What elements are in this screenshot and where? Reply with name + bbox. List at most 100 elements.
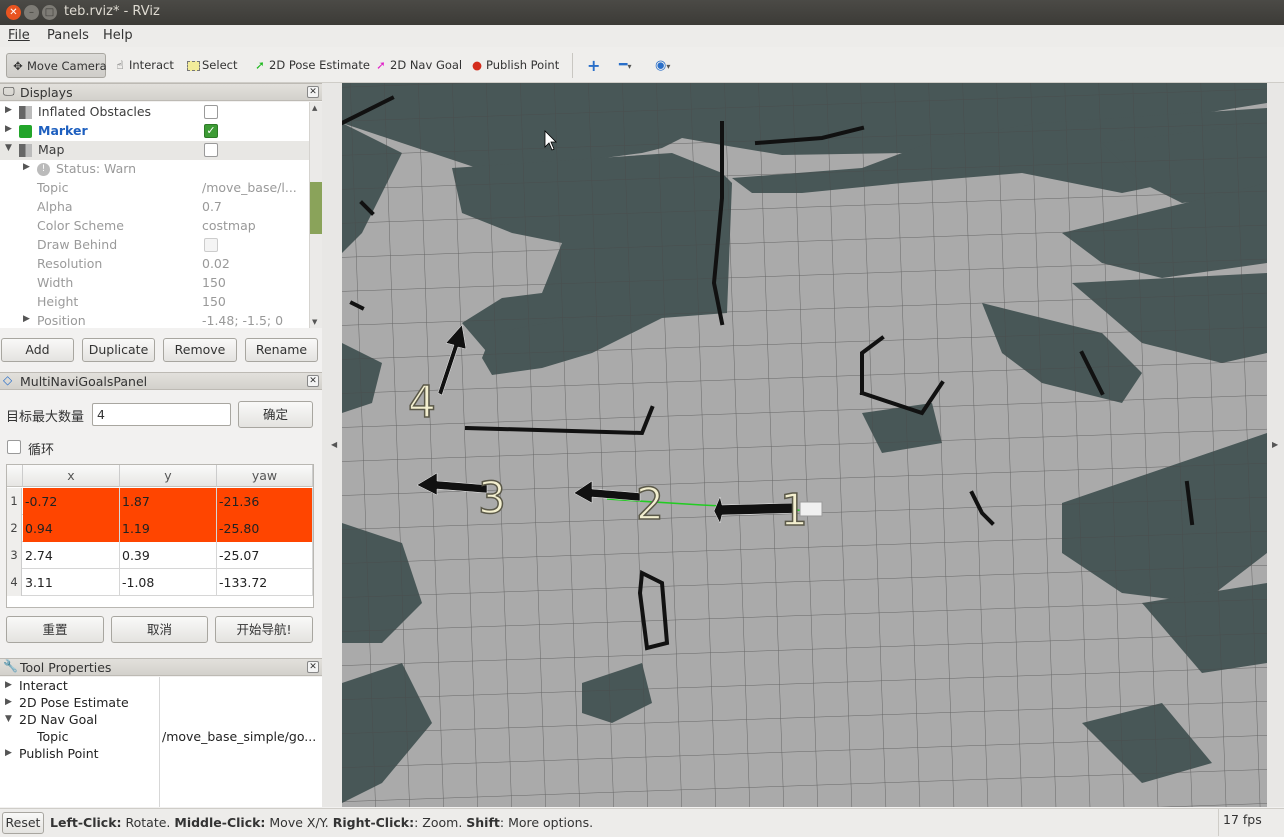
column-header-x[interactable]: x [23,465,120,487]
tool-properties-tree: ▶ Interact ▶ 2D Pose Estimate ▼ 2D Nav G… [0,677,322,807]
toolbar: ✥ Move Camera ☝ Interact Select ➚ 2D Pose E… [0,47,1284,83]
table-row[interactable]: 4 3.11 -1.08 -133.72 [7,569,313,596]
menu-help[interactable]: Help [103,28,133,43]
remove-tool-icon[interactable]: ━▾ [619,53,631,78]
map-prop-color-scheme[interactable]: Color Scheme costmap [0,217,309,236]
minimize-window-button[interactable]: – [24,5,39,20]
scroll-thumb[interactable] [310,182,322,234]
expand-icon[interactable]: ▶ [5,697,12,707]
add-tool-icon[interactable]: + [587,53,600,78]
tool-props-divider [159,677,160,807]
title-bar: ✕ – □ teb.rviz* - RViz [0,0,1284,25]
publish-point-button[interactable]: ● Publish Point [470,53,559,78]
goals-table: x y yaw 1 -0.72 1.87 -21.36 2 0.94 1.19 … [6,464,314,608]
3d-viewport[interactable]: 1 2 3 4 [342,83,1267,807]
reset-view-button[interactable]: Reset [2,812,44,834]
status-hint: Left-Click: Rotate. Middle-Click: Move X… [50,815,594,830]
map-prop-draw-behind[interactable]: Draw Behind [0,236,309,255]
column-header-yaw[interactable]: yaw [217,465,313,487]
interact-button[interactable]: ☝ Interact [113,53,173,78]
enable-checkbox[interactable]: ✓ [204,124,218,138]
enable-checkbox[interactable] [204,143,218,157]
map-prop-topic[interactable]: Topic /move_base/l... [0,179,309,198]
map-prop-position[interactable]: ▶ Position -1.48; -1.5; 0 [0,312,309,328]
move-camera-button[interactable]: ✥ Move Camera [6,53,107,78]
rename-display-button[interactable]: Rename [245,338,318,362]
display-item-map[interactable]: ▼ Map [0,141,309,160]
add-display-button[interactable]: Add [1,338,74,362]
left-splitter[interactable]: ◀ [322,83,342,807]
scroll-up-icon[interactable]: ▲ [312,104,317,112]
close-icon[interactable]: ✕ [307,86,319,98]
duplicate-display-button[interactable]: Duplicate [82,338,155,362]
map-render[interactable]: 1 2 3 4 [342,83,1267,807]
expand-icon[interactable]: ▶ [5,105,12,115]
close-window-button[interactable]: ✕ [6,5,21,20]
table-row[interactable]: 2 0.94 1.19 -25.80 [7,515,313,542]
close-icon[interactable]: ✕ [307,661,319,673]
table-corner [7,465,23,487]
max-goals-label: 目标最大数量 [6,410,85,425]
maximize-window-button[interactable]: □ [42,5,57,20]
remove-display-button[interactable]: Remove [163,338,237,362]
goals-panel-title: MultiNaviGoalsPanel [20,374,148,389]
expand-icon[interactable]: ▶ [5,680,12,690]
tool-properties-title: Tool Properties [20,660,112,675]
loop-checkbox[interactable] [7,440,21,454]
collapse-right-icon[interactable]: ▶ [1272,440,1278,449]
draw-behind-checkbox[interactable] [204,238,218,252]
scroll-down-icon[interactable]: ▼ [312,318,317,326]
fps-counter: 17 fps [1218,809,1280,836]
collapse-icon[interactable]: ▼ [5,143,12,153]
select-button[interactable]: Select [186,53,237,78]
displays-panel-header: 🖵 Displays ✕ [0,83,322,101]
enable-checkbox[interactable] [204,105,218,119]
green-arrow-icon: ➚ [255,58,265,72]
displays-scrollbar[interactable]: ▲ ▼ [309,102,322,328]
max-goals-input[interactable] [92,403,231,426]
collapse-left-icon[interactable]: ◀ [331,440,337,449]
map-prop-height[interactable]: Height 150 [0,293,309,312]
goals-panel-header: ◇ MultiNaviGoalsPanel ✕ [0,372,322,390]
menu-panels[interactable]: Panels [47,28,89,43]
map-prop-status[interactable]: ▶ ! Status: Warn [0,160,309,179]
menu-bar: File Panels Help [0,25,1284,47]
confirm-button[interactable]: 确定 [238,401,313,428]
display-item-inflated-obstacles[interactable]: ▶ Inflated Obstacles [0,103,309,122]
map-prop-resolution[interactable]: Resolution 0.02 [0,255,309,274]
map-prop-alpha[interactable]: Alpha 0.7 [0,198,309,217]
expand-icon[interactable]: ▶ [5,748,12,758]
warning-icon: ! [37,163,50,176]
expand-icon[interactable]: ▶ [23,314,30,324]
cancel-goals-button[interactable]: 取消 [111,616,208,643]
wrench-icon: 🔧 [3,659,18,673]
goal-label-3: 3 [478,473,506,524]
status-bar: Reset Left-Click: Rotate. Middle-Click: … [0,808,1284,837]
pose-estimate-button[interactable]: ➚ 2D Pose Estimate [253,53,370,78]
tool-properties-header: 🔧 Tool Properties ✕ [0,658,322,676]
close-icon[interactable]: ✕ [307,375,319,387]
menu-file[interactable]: File [8,28,30,43]
expand-icon[interactable]: ▶ [5,124,12,134]
table-row[interactable]: 1 -0.72 1.87 -21.36 [7,488,313,515]
nav-goal-button[interactable]: ➚ 2D Nav Goal [374,53,462,78]
expand-icon[interactable]: ▶ [23,162,30,172]
column-header-y[interactable]: y [120,465,217,487]
right-splitter[interactable]: ▶ [1267,83,1284,807]
eye-icon[interactable]: ◉▾ [655,53,670,78]
monitor-icon: 🖵 [3,84,15,98]
display-item-marker[interactable]: ▶ Marker ✓ [0,122,309,141]
map-pin-icon: ● [471,58,483,72]
start-navigation-button[interactable]: 开始导航! [215,616,313,643]
move-camera-icon: ✥ [13,59,23,73]
grid-overlay [342,83,1267,807]
select-icon [186,53,200,78]
goal-label-4: 4 [408,377,436,428]
table-row[interactable]: 3 2.74 0.39 -25.07 [7,542,313,569]
map-prop-width[interactable]: Width 150 [0,274,309,293]
collapse-icon[interactable]: ▼ [5,714,12,724]
displays-tree: ▶ Inflated Obstacles ▶ Marker ✓ ▼ Map ▶ … [0,102,322,328]
grid-icon [19,144,32,157]
reset-goals-button[interactable]: 重置 [6,616,104,643]
hand-icon: ☝ [116,58,124,72]
